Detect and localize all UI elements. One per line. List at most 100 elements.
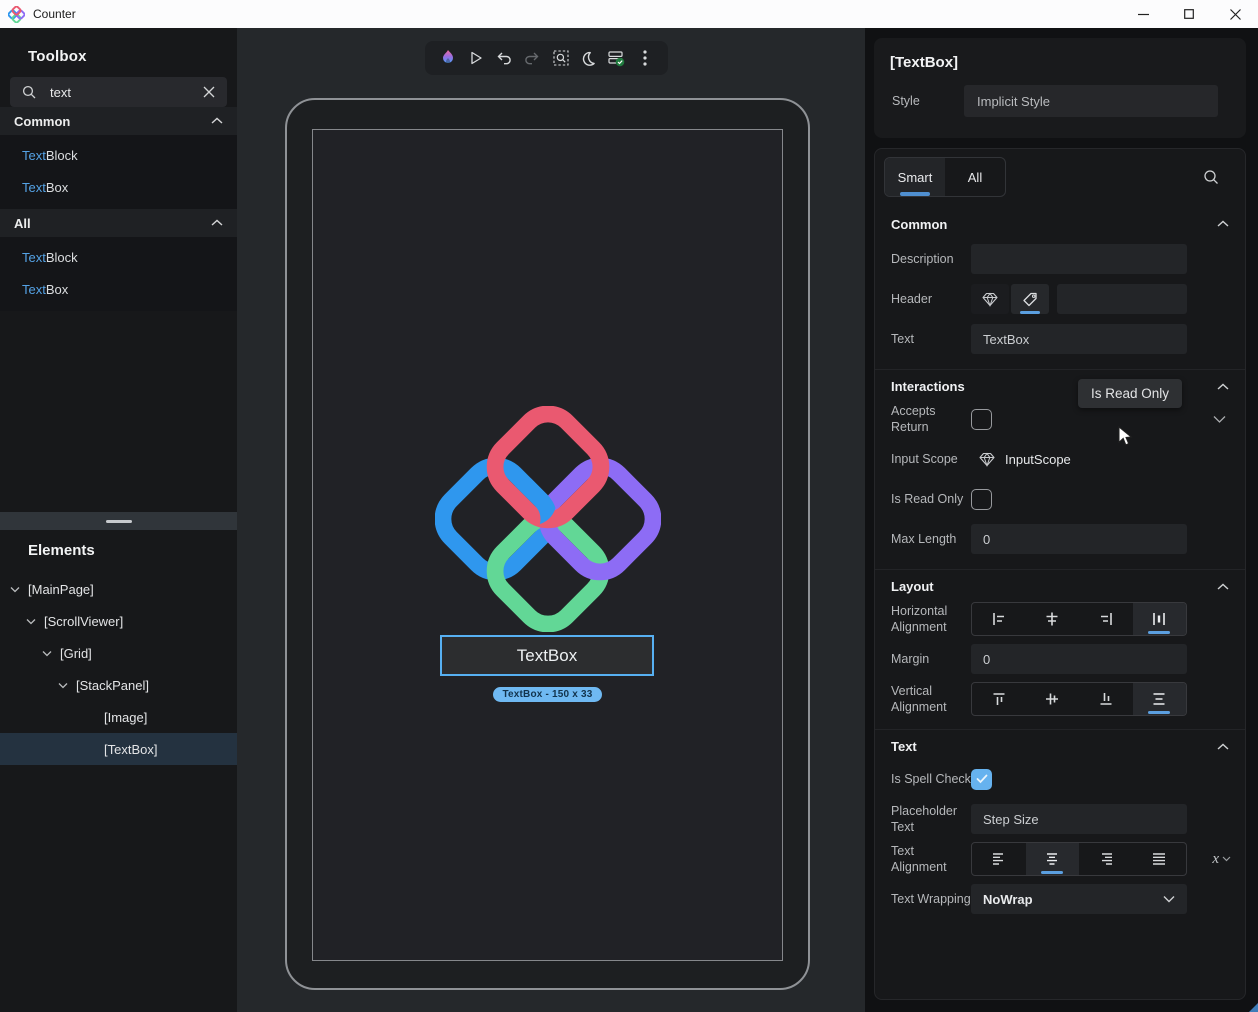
maximize-button[interactable] — [1166, 0, 1212, 28]
hot-reload-flame-icon[interactable] — [438, 48, 458, 68]
tag-icon[interactable] — [1011, 284, 1049, 314]
text-wrapping-dropdown[interactable]: NoWrap — [971, 884, 1187, 914]
window-resize-grip[interactable] — [1249, 1003, 1258, 1012]
tree-item-grid[interactable]: [Grid] — [0, 637, 237, 669]
toolbox-section-common[interactable]: Common — [0, 107, 237, 135]
dark-mode-moon-icon[interactable] — [579, 48, 599, 68]
is-spell-check-label: Is Spell Check — [891, 771, 971, 787]
accepts-return-checkbox[interactable] — [971, 409, 992, 430]
valign-top-icon[interactable] — [972, 683, 1026, 715]
section-layout[interactable]: Layout — [875, 569, 1245, 599]
text-wrapping-label: Text Wrapping — [891, 891, 971, 907]
chevron-down-icon[interactable] — [10, 586, 22, 593]
halign-right-icon[interactable] — [1079, 603, 1133, 635]
tab-all[interactable]: All — [945, 158, 1005, 196]
valign-center-icon[interactable] — [1026, 683, 1080, 715]
redo-icon[interactable] — [522, 48, 542, 68]
is-spell-check-checkbox[interactable] — [971, 769, 992, 790]
undo-icon[interactable] — [494, 48, 514, 68]
horizontal-alignment-label: Horizontal Alignment — [891, 603, 971, 636]
properties-search-icon[interactable] — [1203, 169, 1219, 185]
text-input[interactable]: TextBox — [971, 324, 1187, 354]
placeholder-text-input[interactable]: Step Size — [971, 804, 1187, 834]
inspector-tab-group: Smart All — [884, 157, 1006, 197]
elements-panel: Elements [MainPage] [ScrollViewer] [Grid… — [0, 530, 237, 765]
toolbox-search-input[interactable]: text — [10, 77, 227, 107]
close-button[interactable] — [1212, 0, 1258, 28]
binding-gem-icon[interactable] — [979, 452, 995, 467]
device-frame: TextBox TextBox - 150 x 33 — [285, 98, 810, 990]
input-scope-value[interactable]: InputScope — [1005, 452, 1071, 467]
margin-label: Margin — [891, 651, 971, 667]
canvas-textbox-element[interactable]: TextBox — [440, 635, 654, 676]
chevron-down-icon[interactable] — [58, 682, 70, 689]
minimize-button[interactable] — [1120, 0, 1166, 28]
chevron-up-icon[interactable] — [1217, 383, 1229, 391]
tree-item-mainpage[interactable]: [MainPage] — [0, 573, 237, 605]
toolbox-panel: Toolbox text Common TextBlock TextBox — [0, 28, 237, 1012]
titlebar: Counter — [0, 0, 1258, 28]
tree-item-scrollviewer[interactable]: [ScrollViewer] — [0, 605, 237, 637]
section-interactions[interactable]: Interactions — [875, 369, 1245, 399]
tree-item-stackpanel[interactable]: [StackPanel] — [0, 669, 237, 701]
tab-smart[interactable]: Smart — [885, 158, 945, 196]
chevron-down-icon[interactable] — [42, 650, 54, 657]
window-title: Counter — [33, 7, 76, 21]
section-title: Common — [891, 217, 947, 232]
chevron-down-icon[interactable] — [1213, 415, 1226, 424]
panel-splitter-handle[interactable] — [0, 512, 237, 530]
section-text[interactable]: Text — [875, 729, 1245, 759]
selection-size-badge: TextBox - 150 x 33 — [493, 687, 601, 702]
elements-title: Elements — [0, 530, 237, 573]
header-input[interactable] — [1057, 284, 1187, 314]
halign-center-icon[interactable] — [1026, 603, 1080, 635]
description-input[interactable] — [971, 244, 1187, 274]
valign-bottom-icon[interactable] — [1079, 683, 1133, 715]
toolbox-search-value: text — [50, 85, 71, 100]
header-label: Header — [891, 291, 971, 307]
text-align-center-icon[interactable] — [1026, 843, 1080, 875]
toolbox-item-textbox[interactable]: TextBox — [0, 273, 237, 305]
clear-search-icon[interactable] — [203, 86, 215, 98]
deploy-status-icon[interactable] — [607, 48, 627, 68]
chevron-up-icon[interactable] — [1217, 583, 1229, 591]
chevron-up-icon[interactable] — [211, 219, 223, 227]
max-length-input[interactable]: 0 — [971, 524, 1187, 554]
play-icon[interactable] — [466, 48, 486, 68]
tree-item-image[interactable]: [Image] — [0, 701, 237, 733]
vertical-alignment-label: Vertical Alignment — [891, 683, 971, 716]
section-common[interactable]: Common — [875, 209, 1245, 239]
more-menu-kebab-icon[interactable] — [635, 48, 655, 68]
chevron-up-icon[interactable] — [211, 117, 223, 125]
text-wrapping-value: NoWrap — [983, 892, 1033, 907]
app-logo-image[interactable] — [435, 406, 661, 632]
tree-item-textbox-selected[interactable]: [TextBox] — [0, 733, 237, 765]
style-input[interactable]: Implicit Style — [964, 85, 1218, 117]
is-read-only-label: Is Read Only — [891, 491, 971, 507]
toolbox-item-textblock[interactable]: TextBlock — [0, 241, 237, 273]
chevron-up-icon[interactable] — [1217, 743, 1229, 751]
binding-gem-icon[interactable] — [971, 284, 1009, 314]
binding-x-selector[interactable]: x — [1212, 851, 1231, 868]
rest-text: Box — [46, 180, 68, 195]
design-canvas[interactable]: TextBox TextBox - 150 x 33 — [237, 28, 865, 1012]
halign-left-icon[interactable] — [972, 603, 1026, 635]
device-screen[interactable]: TextBox TextBox - 150 x 33 — [312, 129, 783, 961]
zoom-to-fit-icon[interactable] — [551, 48, 571, 68]
text-align-left-icon[interactable] — [972, 843, 1026, 875]
valign-stretch-icon[interactable] — [1133, 683, 1187, 715]
text-align-justify-icon[interactable] — [1133, 843, 1187, 875]
is-read-only-checkbox[interactable] — [971, 489, 992, 510]
inspector-body-card: Smart All Common Description Header — [874, 148, 1246, 1000]
text-alignment-label: Text Alignment — [891, 843, 971, 876]
chevron-up-icon[interactable] — [1217, 220, 1229, 228]
chevron-down-icon[interactable] — [26, 618, 38, 625]
row-accepts-return: Accepts Return — [875, 399, 1245, 439]
margin-input[interactable]: 0 — [971, 644, 1187, 674]
row-vertical-alignment: Vertical Alignment — [875, 679, 1245, 719]
text-align-right-icon[interactable] — [1079, 843, 1133, 875]
toolbox-section-all[interactable]: All — [0, 209, 237, 237]
toolbox-item-textblock[interactable]: TextBlock — [0, 139, 237, 171]
toolbox-item-textbox[interactable]: TextBox — [0, 171, 237, 203]
halign-stretch-icon[interactable] — [1133, 603, 1187, 635]
